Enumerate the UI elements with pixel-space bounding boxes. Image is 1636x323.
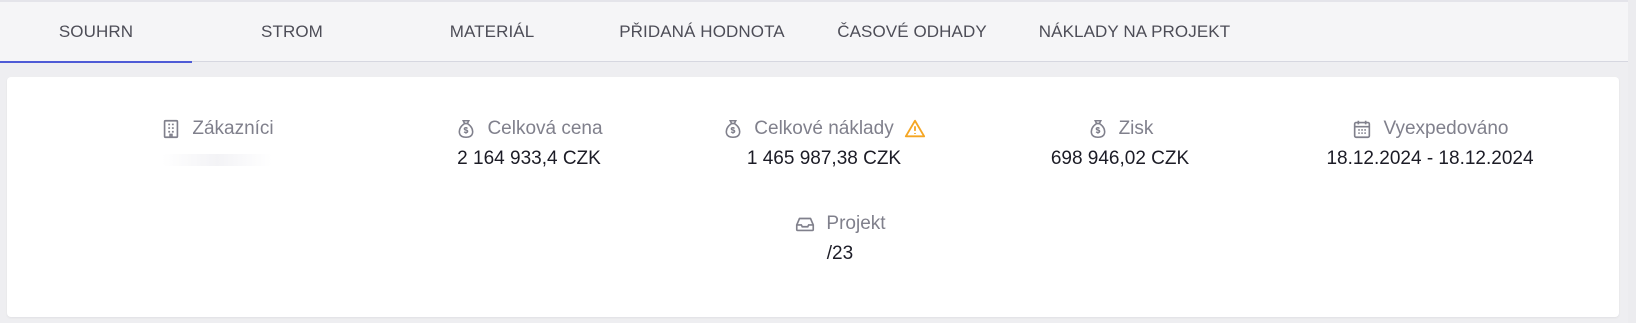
building-icon xyxy=(160,118,182,140)
tab-bar: SOUHRN STROM MATERIÁL PŘIDANÁ HODNOTA ČA… xyxy=(0,0,1636,63)
total-price-label: Celková cena xyxy=(487,118,603,139)
tab-souhrn[interactable]: SOUHRN xyxy=(0,2,192,63)
customers-value xyxy=(162,154,272,166)
tab-casove-odhady[interactable]: ČASOVÉ ODHADY xyxy=(812,2,1012,62)
shipped-stat: Vyexpedováno 18.12.2024 - 18.12.2024 xyxy=(1300,114,1560,170)
shipped-value: 18.12.2024 - 18.12.2024 xyxy=(1326,148,1534,169)
tab-naklady-na-projekt[interactable]: NÁKLADY NA PROJEKT xyxy=(1012,2,1257,62)
total-costs-label: Celkové náklady xyxy=(754,118,894,139)
project-stat: Projekt /23 xyxy=(740,209,940,265)
summary-card: Zákazníci Celková cena 2 164 933,4 CZK C… xyxy=(7,77,1619,317)
scrollbar[interactable] xyxy=(1628,0,1636,323)
money-bag-icon xyxy=(455,118,477,140)
profit-stat: Zisk 698 946,02 CZK xyxy=(1020,114,1220,170)
shipped-label: Vyexpedováno xyxy=(1383,118,1509,139)
total-price-value: 2 164 933,4 CZK xyxy=(457,148,601,169)
tab-material[interactable]: MATERIÁL xyxy=(392,2,592,62)
project-label: Projekt xyxy=(826,213,886,234)
profit-value: 698 946,02 CZK xyxy=(1050,148,1190,169)
customers-stat: Zákazníci xyxy=(107,114,327,166)
warning-icon[interactable] xyxy=(904,118,926,140)
total-costs-value: 1 465 987,38 CZK xyxy=(746,148,902,169)
total-price-stat: Celková cena 2 164 933,4 CZK xyxy=(419,114,639,170)
customers-label: Zákazníci xyxy=(192,118,274,139)
money-bag-icon xyxy=(722,118,744,140)
tab-strom[interactable]: STROM xyxy=(192,2,392,62)
tab-pridana-hodnota[interactable]: PŘIDANÁ HODNOTA xyxy=(592,2,812,62)
profit-label: Zisk xyxy=(1118,118,1154,139)
inbox-icon xyxy=(794,213,816,235)
calendar-icon xyxy=(1351,118,1373,140)
money-bag-icon xyxy=(1087,118,1109,140)
project-value[interactable]: /23 xyxy=(827,243,853,265)
total-costs-stat: Celkové náklady 1 465 987,38 CZK xyxy=(704,114,944,170)
